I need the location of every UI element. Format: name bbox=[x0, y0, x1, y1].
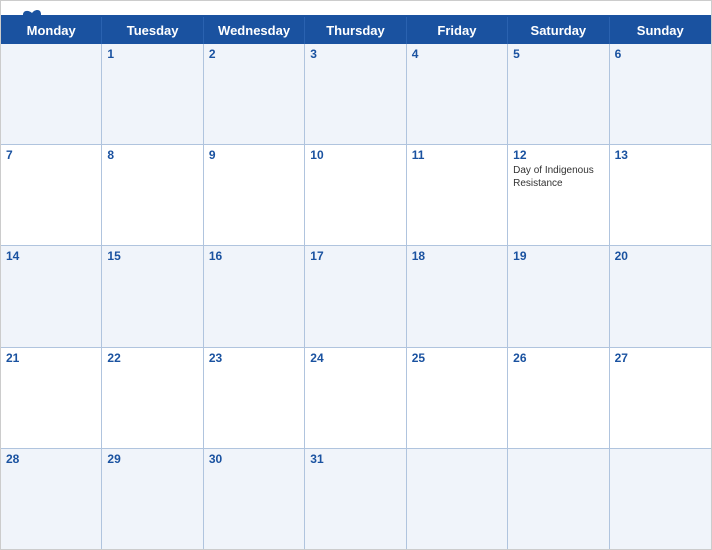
day-cell: 6 bbox=[610, 44, 711, 144]
day-cell: 14 bbox=[1, 246, 102, 346]
day-cell: 25 bbox=[407, 348, 508, 448]
week-row-5: 28 29 30 31 bbox=[1, 449, 711, 549]
day-cell: 11 bbox=[407, 145, 508, 245]
day-number: 23 bbox=[209, 351, 299, 365]
day-number: 5 bbox=[513, 47, 603, 61]
logo-bird-icon bbox=[20, 9, 44, 29]
day-cell: 21 bbox=[1, 348, 102, 448]
day-number: 10 bbox=[310, 148, 400, 162]
day-cell: 29 bbox=[102, 449, 203, 549]
day-number: 12 bbox=[513, 148, 603, 162]
day-number: 30 bbox=[209, 452, 299, 466]
day-cell: 17 bbox=[305, 246, 406, 346]
day-cell: 9 bbox=[204, 145, 305, 245]
day-cell: 19 bbox=[508, 246, 609, 346]
day-cell: 12 Day of Indigenous Resistance bbox=[508, 145, 609, 245]
day-cell: 27 bbox=[610, 348, 711, 448]
day-number: 26 bbox=[513, 351, 603, 365]
day-cell: 16 bbox=[204, 246, 305, 346]
day-number: 15 bbox=[107, 249, 197, 263]
week-row-1: 123456 bbox=[1, 44, 711, 145]
day-cell: 26 bbox=[508, 348, 609, 448]
day-header-tuesday: Tuesday bbox=[102, 17, 203, 44]
day-header-friday: Friday bbox=[407, 17, 508, 44]
day-cell: 22 bbox=[102, 348, 203, 448]
day-cell bbox=[407, 449, 508, 549]
day-number: 19 bbox=[513, 249, 603, 263]
day-number: 13 bbox=[615, 148, 706, 162]
day-number: 24 bbox=[310, 351, 400, 365]
day-number: 20 bbox=[615, 249, 706, 263]
day-number: 25 bbox=[412, 351, 502, 365]
day-cell bbox=[508, 449, 609, 549]
week-row-2: 789 10 11 12 Day of Indigenous Resistance 13 bbox=[1, 145, 711, 246]
day-cell: 20 bbox=[610, 246, 711, 346]
day-headers-row: MondayTuesdayWednesdayThursdayFridaySatu… bbox=[1, 17, 711, 44]
day-cell: 30 bbox=[204, 449, 305, 549]
day-header-saturday: Saturday bbox=[508, 17, 609, 44]
day-number: 22 bbox=[107, 351, 197, 365]
day-cell: 5 bbox=[508, 44, 609, 144]
day-cell bbox=[610, 449, 711, 549]
week-row-4: 21 22 23 24 25 26 27 bbox=[1, 348, 711, 449]
day-number: 29 bbox=[107, 452, 197, 466]
day-cell: 3 bbox=[305, 44, 406, 144]
calendar-header bbox=[1, 1, 711, 15]
calendar-grid: MondayTuesdayWednesdayThursdayFridaySatu… bbox=[1, 15, 711, 549]
day-number: 31 bbox=[310, 452, 400, 466]
day-header-wednesday: Wednesday bbox=[204, 17, 305, 44]
calendar-container: MondayTuesdayWednesdayThursdayFridaySatu… bbox=[0, 0, 712, 550]
day-number: 2 bbox=[209, 47, 299, 61]
day-number: 28 bbox=[6, 452, 96, 466]
day-cell: 8 bbox=[102, 145, 203, 245]
day-cell: 10 bbox=[305, 145, 406, 245]
day-number: 3 bbox=[310, 47, 400, 61]
day-cell: 2 bbox=[204, 44, 305, 144]
day-cell: 18 bbox=[407, 246, 508, 346]
day-cell bbox=[1, 44, 102, 144]
day-cell: 28 bbox=[1, 449, 102, 549]
day-number: 1 bbox=[107, 47, 197, 61]
day-cell: 1 bbox=[102, 44, 203, 144]
logo-area bbox=[17, 9, 44, 29]
day-header-sunday: Sunday bbox=[610, 17, 711, 44]
day-cell: 4 bbox=[407, 44, 508, 144]
day-number: 16 bbox=[209, 249, 299, 263]
day-cell: 31 bbox=[305, 449, 406, 549]
day-cell: 23 bbox=[204, 348, 305, 448]
holiday-text: Day of Indigenous Resistance bbox=[513, 164, 603, 190]
day-header-thursday: Thursday bbox=[305, 17, 406, 44]
day-cell: 15 bbox=[102, 246, 203, 346]
day-cell: 13 bbox=[610, 145, 711, 245]
day-cell: 7 bbox=[1, 145, 102, 245]
day-number: 4 bbox=[412, 47, 502, 61]
day-number: 7 bbox=[6, 148, 96, 162]
day-number: 18 bbox=[412, 249, 502, 263]
day-number: 6 bbox=[615, 47, 706, 61]
day-number: 9 bbox=[209, 148, 299, 162]
day-number: 11 bbox=[412, 148, 502, 162]
day-number: 21 bbox=[6, 351, 96, 365]
day-number: 27 bbox=[615, 351, 706, 365]
day-cell: 24 bbox=[305, 348, 406, 448]
day-number: 14 bbox=[6, 249, 96, 263]
weeks-container: 123456789101112Day of Indigenous Resista… bbox=[1, 44, 711, 549]
week-row-3: 14 15 16 17 18 19 20 bbox=[1, 246, 711, 347]
day-number: 8 bbox=[107, 148, 197, 162]
day-number: 17 bbox=[310, 249, 400, 263]
